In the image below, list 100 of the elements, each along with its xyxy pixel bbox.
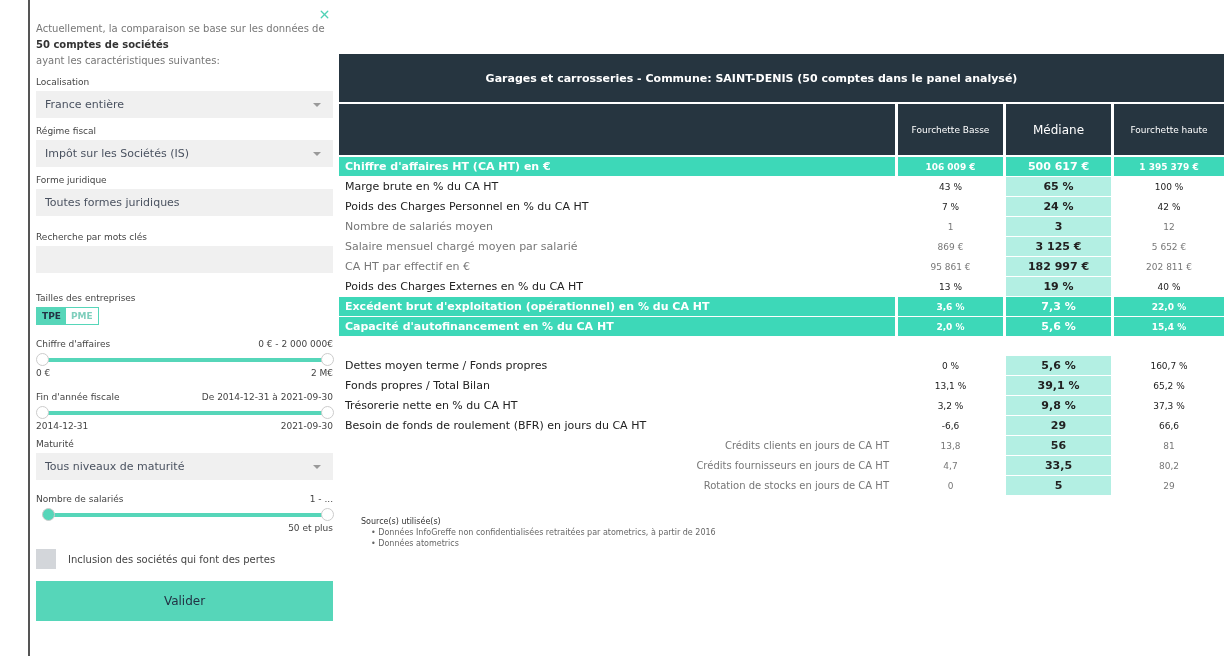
table-cell-text: 12 — [1162, 220, 1176, 234]
input-field[interactable]: Toutes formes juridiques — [36, 189, 333, 216]
range-min: 0 € — [36, 368, 51, 378]
column-header: Médiane — [1006, 102, 1111, 155]
table-cell-text: 13,1 % — [933, 379, 968, 393]
range-slider[interactable] — [36, 353, 333, 366]
range-reading: 1 - ... — [309, 494, 333, 504]
table-cell-text: 43 % — [938, 180, 963, 194]
field-label: Localisation — [36, 77, 91, 87]
intro-text: Actuellement, la comparaison se base sur les données de — [36, 22, 326, 36]
row-label: Capacité d'autofinancement en % du CA HT — [339, 317, 895, 336]
table-cell-text: 7 % — [940, 200, 961, 214]
range-max: 2021-09-30 — [280, 421, 333, 431]
field-label: Maturité — [36, 439, 75, 449]
table-cell-text: 95 861 € — [929, 260, 972, 274]
table-cell: 24 % — [1006, 197, 1111, 216]
table-cell-text: 160,7 % — [1149, 359, 1189, 373]
table-cell: 182 997 € — [1006, 257, 1111, 276]
table-title: Garages et carrosseries - Commune: SAINT-DENIS (50 comptes dans le panel analysé) — [339, 54, 1224, 102]
close-icon[interactable] — [318, 8, 331, 21]
field-label: Chiffre d'affaires — [36, 339, 111, 349]
table-cell-text: 80,2 — [1157, 459, 1180, 473]
range-reading: 0 € - 2 000 000€ — [258, 339, 333, 349]
table-cell-text: 65,2 % — [1152, 379, 1186, 393]
range-min: 2014-12-31 — [36, 421, 89, 431]
table-cell: 106 009 € — [898, 157, 1003, 176]
table-cell: 500 617 € — [1006, 157, 1111, 176]
table-cell-text: 66,6 — [1157, 419, 1180, 433]
table-cell: 3,6 % — [898, 297, 1003, 316]
table-cell-text: 869 € — [936, 240, 965, 254]
table-cell: 29 — [1006, 416, 1111, 435]
size-toggle[interactable]: TPE — [37, 308, 66, 324]
range-slider[interactable] — [36, 406, 333, 419]
table-cell-text: 0 % — [940, 359, 961, 373]
table-cell: 5 — [1006, 476, 1111, 495]
table-cell-text: 40 % — [1156, 280, 1182, 294]
table-cell: 9,8 % — [1006, 396, 1111, 415]
table-cell: 3 — [1006, 217, 1111, 236]
select-field[interactable]: France entière — [36, 91, 333, 118]
field-label: Tailles des entreprises — [36, 293, 137, 303]
row-label: Fonds propres / Total Bilan — [344, 378, 491, 394]
row-label: Crédits clients en jours de CA HT — [723, 439, 890, 453]
table-cell-text: 5 652 € — [1150, 240, 1188, 254]
row-label: Trésorerie nette en % du CA HT — [344, 398, 519, 414]
table-cell-text: -6,6 — [940, 419, 961, 433]
row-label: Crédits fournisseurs en jours de CA HT — [695, 459, 890, 473]
table-cell: 39,1 % — [1006, 376, 1111, 395]
range-reading: De 2014-12-31 à 2021-09-30 — [201, 392, 333, 402]
table-cell-text: 42 % — [1156, 200, 1182, 214]
row-label: Dettes moyen terme / Fonds propres — [344, 358, 549, 374]
table-cell-text: 1 — [946, 220, 955, 234]
row-label: Chiffre d'affaires HT (CA HT) en € — [339, 157, 895, 176]
caret-icon — [313, 151, 321, 156]
caret-icon — [313, 102, 321, 107]
table-cell-text: 202 811 € — [1145, 260, 1193, 274]
source-item: • Données InfoGreffe non confidentialisées retraitées par atometrics, à partir de 2016 — [371, 528, 717, 537]
table-cell: 3 125 € — [1006, 237, 1111, 256]
table-cell-text: 29 — [1162, 479, 1176, 493]
table-cell: 1 395 379 € — [1114, 157, 1224, 176]
range-max: 50 et plus — [288, 523, 333, 533]
source-item: • Données atometrics — [371, 539, 460, 548]
table-cell: 22,0 % — [1114, 297, 1224, 316]
table-cell-text: 81 — [1162, 439, 1176, 453]
account-count: 50 comptes de sociétés — [36, 38, 170, 52]
table-cell: 5,6 % — [1006, 317, 1111, 336]
column-header: Fourchette Basse — [898, 102, 1003, 155]
range-max: 2 M€ — [310, 368, 333, 378]
table-cell-text: 0 — [946, 479, 955, 493]
row-label: Besoin de fonds de roulement (BFR) en jours du CA HT — [344, 418, 648, 434]
table-cell-text: 100 % — [1153, 180, 1185, 194]
row-label: Poids des Charges Externes en % du CA HT — [344, 279, 585, 295]
table-cell-text: 4,7 — [942, 459, 959, 473]
field-label: Fin d'année fiscale — [36, 392, 120, 402]
field-label: Régime fiscal — [36, 126, 98, 136]
select-field[interactable]: Impôt sur les Sociétés (IS) — [36, 140, 333, 167]
table-cell: 5,6 % — [1006, 356, 1111, 375]
field-label: Forme juridique — [36, 175, 108, 185]
checkbox-label: Inclusion des sociétés qui font des pertes — [68, 553, 276, 565]
row-label: Rotation de stocks en jours de CA HT — [702, 479, 890, 493]
table-cell: 19 % — [1006, 277, 1111, 296]
table-cell-text: 3,2 % — [936, 399, 965, 413]
table-cell: 2,0 % — [898, 317, 1003, 336]
field-label: Recherche par mots clés — [36, 232, 148, 242]
select-field[interactable]: Tous niveaux de maturité — [36, 453, 333, 480]
table-cell-text: 37,3 % — [1152, 399, 1186, 413]
row-label: Marge brute en % du CA HT — [344, 179, 500, 195]
table-cell: 15,4 % — [1114, 317, 1224, 336]
checkbox[interactable] — [36, 549, 56, 569]
row-label: Nombre de salariés moyen — [344, 219, 494, 235]
row-label: CA HT par effectif en € — [344, 259, 472, 275]
validate-button[interactable]: Valider — [36, 581, 333, 621]
sources-title: Source(s) utilisée(s) — [361, 517, 442, 526]
table-cell-text: 13 % — [938, 280, 963, 294]
table-cell: 56 — [1006, 436, 1111, 455]
caret-icon — [313, 464, 321, 469]
field-label: Nombre de salariés — [36, 494, 124, 504]
table-cell: 7,3 % — [1006, 297, 1111, 316]
table-cell: 33,5 — [1006, 456, 1111, 475]
intro-text: ayant les caractéristiques suivantes: — [36, 54, 221, 68]
table-cell: 65 % — [1006, 177, 1111, 196]
